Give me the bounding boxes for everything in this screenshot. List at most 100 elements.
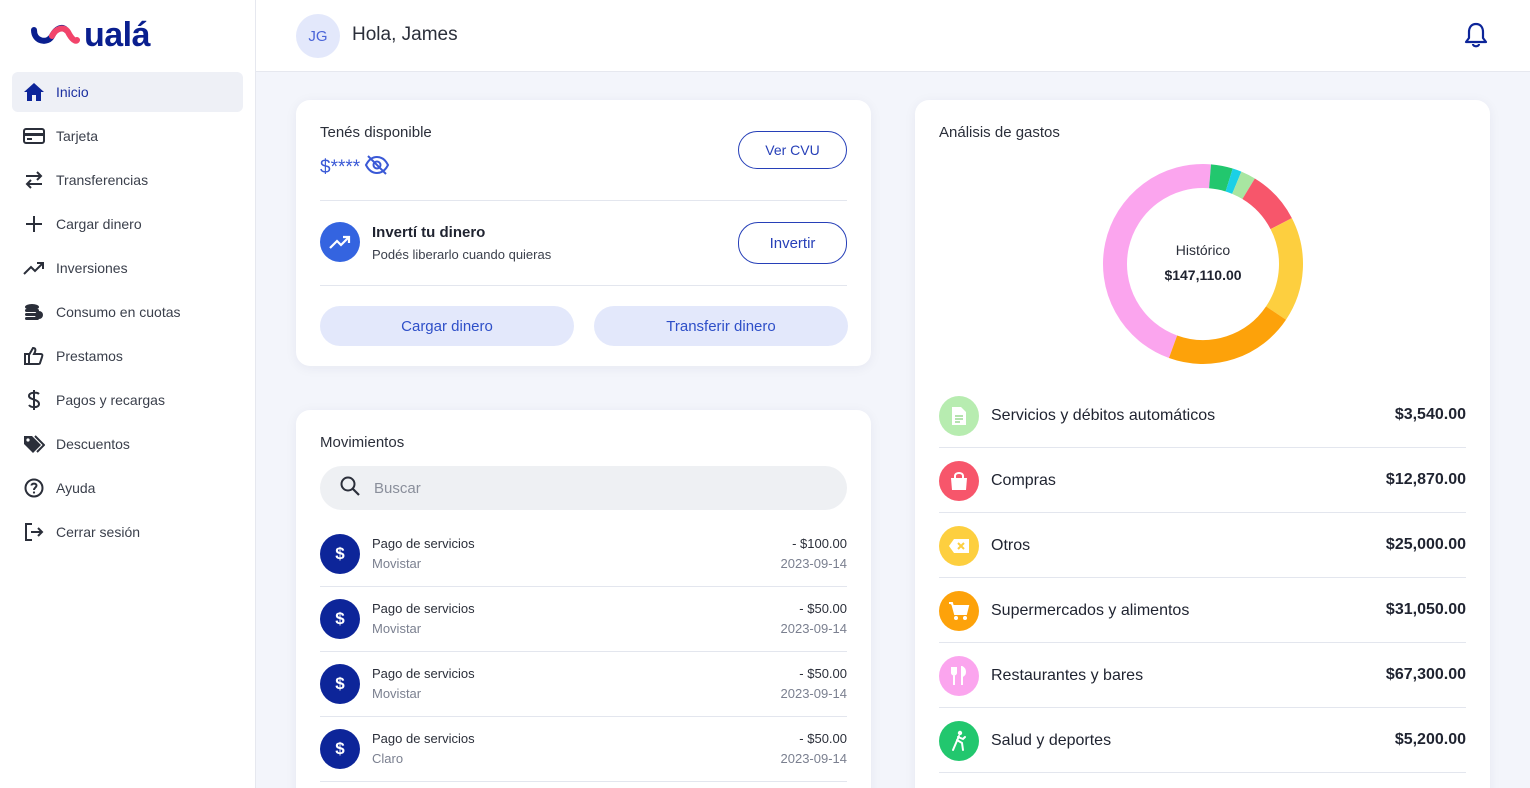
- donut-center-label: Histórico: [1175, 242, 1231, 258]
- balance-masked-value: $****: [320, 157, 361, 178]
- category-row[interactable]: Restaurantes y bares $67,300.00: [939, 643, 1466, 708]
- trending-up-icon: [22, 256, 46, 280]
- movement-title: Pago de servicios: [372, 601, 475, 616]
- donut-segment[interactable]: [1103, 164, 1211, 359]
- plus-icon: [22, 212, 46, 236]
- sidebar-item-label: Cerrar sesión: [56, 524, 141, 540]
- expenses-card: Análisis de gastos Histórico $147,110.00…: [915, 100, 1490, 788]
- movements-card: Movimientos $ Pago de servicios Movistar…: [296, 410, 871, 788]
- movement-row[interactable]: $ Pago de servicios Claro - $50.00 2023-…: [320, 717, 847, 782]
- transferir-dinero-button[interactable]: Transferir dinero: [594, 306, 848, 346]
- category-amount: $12,870.00: [1385, 471, 1466, 488]
- sidebar-item-label: Transferencias: [56, 172, 149, 188]
- movement-row[interactable]: $ Pago de servicios Movistar - $50.00 20…: [320, 587, 847, 652]
- uala-logo-icon: [31, 25, 80, 44]
- category-amount: $67,300.00: [1385, 666, 1466, 683]
- search-bar[interactable]: [320, 466, 847, 510]
- search-input[interactable]: [374, 479, 814, 497]
- logo-text: ualá: [84, 16, 151, 54]
- sidebar-item-label: Prestamos: [56, 348, 123, 364]
- sidebar-item-label: Ayuda: [56, 480, 96, 496]
- movement-date: 2023-09-14: [780, 686, 848, 701]
- shopping-cart-icon: [939, 591, 979, 631]
- sidebar-item-transferencias[interactable]: Transferencias: [12, 160, 243, 200]
- donut-segment[interactable]: [1231, 171, 1255, 200]
- thumbs-up-icon: [22, 344, 46, 368]
- divider: [320, 285, 847, 286]
- movement-amount: - $50.00: [799, 666, 847, 681]
- movements-list: $ Pago de servicios Movistar - $100.00 2…: [320, 522, 847, 782]
- donut-segment[interactable]: [1225, 168, 1242, 194]
- category-name: Restaurantes y bares: [991, 667, 1144, 684]
- uala-logo[interactable]: ualá: [30, 16, 151, 54]
- movement-subtitle: Movistar: [372, 556, 422, 571]
- document-icon: [939, 396, 979, 436]
- sidebar-item-ayuda[interactable]: Ayuda: [12, 468, 243, 508]
- divider: [320, 200, 847, 201]
- movement-row[interactable]: $ Pago de servicios Movistar - $100.00 2…: [320, 522, 847, 587]
- balance-card: Tenés disponible $**** Ver CVU Invertí t…: [296, 100, 871, 366]
- sidebar-item-pagos-y-recargas[interactable]: Pagos y recargas: [12, 380, 243, 420]
- category-row[interactable]: Otros $25,000.00: [939, 513, 1466, 578]
- movement-row[interactable]: $ Pago de servicios Movistar - $50.00 20…: [320, 652, 847, 717]
- category-row[interactable]: Supermercados y alimentos $31,050.00: [939, 578, 1466, 643]
- donut-segment[interactable]: [1208, 164, 1233, 192]
- sidebar-item-inicio[interactable]: Inicio: [12, 72, 243, 112]
- dollar-icon: $: [320, 599, 360, 639]
- help-circle-icon: [22, 476, 46, 500]
- category-name: Compras: [991, 472, 1056, 489]
- sidebar-item-label: Cargar dinero: [56, 216, 142, 232]
- category-amount: $5,200.00: [1394, 731, 1466, 748]
- sidebar-item-cerrar-sesion[interactable]: Cerrar sesión: [12, 512, 243, 552]
- sidebar-nav: Inicio Tarjeta Transferencias Cargar din…: [12, 72, 243, 556]
- movement-amount: - $50.00: [799, 731, 847, 746]
- search-icon: [340, 476, 360, 501]
- backspace-tag-icon: [939, 526, 979, 566]
- category-amount: $31,050.00: [1385, 601, 1466, 618]
- dollar-icon: $: [320, 729, 360, 769]
- category-row[interactable]: Compras $12,870.00: [939, 448, 1466, 513]
- expense-category-list: Servicios y débitos automáticos $3,540.0…: [939, 383, 1466, 773]
- movement-subtitle: Claro: [372, 751, 404, 766]
- donut-center-total: $147,110.00: [1164, 267, 1242, 283]
- movement-title: Pago de servicios: [372, 731, 475, 746]
- home-icon: [22, 80, 46, 104]
- greeting: Hola, James: [352, 24, 458, 45]
- donut-segment[interactable]: [1168, 306, 1286, 364]
- invest-subtitle: Podés liberarlo cuando quieras: [372, 247, 552, 262]
- sidebar-item-cargar-dinero[interactable]: Cargar dinero: [12, 204, 243, 244]
- ver-cvu-button[interactable]: Ver CVU: [738, 131, 847, 169]
- sidebar-item-prestamos[interactable]: Prestamos: [12, 336, 243, 376]
- dollar-icon: $: [320, 664, 360, 704]
- avatar[interactable]: JG: [296, 14, 340, 58]
- coins-stack-icon: [22, 300, 46, 324]
- dollar-icon: $: [320, 534, 360, 574]
- cargar-dinero-button[interactable]: Cargar dinero: [320, 306, 574, 346]
- donut-segment[interactable]: [1242, 178, 1292, 230]
- sidebar-item-label: Inversiones: [56, 260, 128, 276]
- category-row[interactable]: Servicios y débitos automáticos $3,540.0…: [939, 383, 1466, 448]
- category-name: Servicios y débitos automáticos: [991, 407, 1216, 424]
- movement-amount: - $50.00: [799, 601, 847, 616]
- category-row[interactable]: Salud y deportes $5,200.00: [939, 708, 1466, 773]
- sidebar: ualá Inicio Tarjeta Transferencias Carga…: [0, 0, 256, 788]
- movement-date: 2023-09-14: [780, 751, 848, 766]
- running-person-icon: [939, 721, 979, 761]
- sidebar-item-descuentos[interactable]: Descuentos: [12, 424, 243, 464]
- category-name: Otros: [991, 537, 1031, 554]
- sidebar-item-consumo-en-cuotas[interactable]: Consumo en cuotas: [12, 292, 243, 332]
- sidebar-item-label: Tarjeta: [56, 128, 99, 144]
- movement-title: Pago de servicios: [372, 666, 475, 681]
- balance-title: Tenés disponible: [320, 124, 432, 141]
- dollar-icon: [22, 388, 46, 412]
- sidebar-item-tarjeta[interactable]: Tarjeta: [12, 116, 243, 156]
- sidebar-item-inversiones[interactable]: Inversiones: [12, 248, 243, 288]
- movement-subtitle: Movistar: [372, 621, 422, 636]
- bell-icon[interactable]: [1464, 22, 1490, 50]
- invertir-button[interactable]: Invertir: [738, 222, 847, 264]
- tag-icon: [22, 432, 46, 456]
- eye-off-icon[interactable]: [364, 154, 390, 182]
- transfer-arrows-icon: [22, 168, 46, 192]
- balance-amount: $****: [320, 154, 390, 182]
- expenses-title: Análisis de gastos: [939, 124, 1060, 141]
